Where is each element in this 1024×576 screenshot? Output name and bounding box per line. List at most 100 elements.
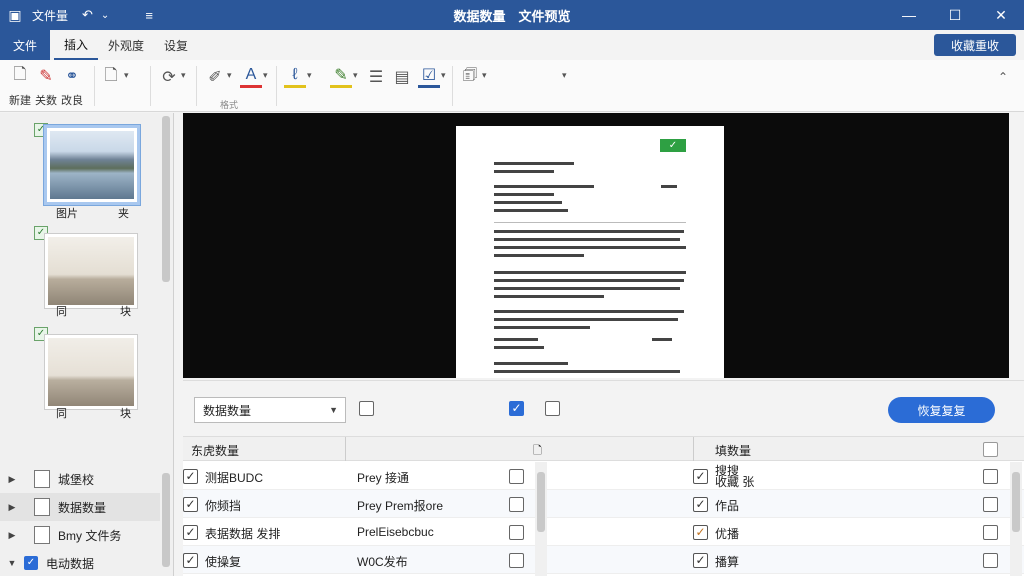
- close-button[interactable]: ✕: [978, 0, 1024, 30]
- note-icon[interactable]: 🗊: [460, 66, 480, 88]
- option-checkbox-3[interactable]: [545, 401, 560, 416]
- pen-icon[interactable]: ✐: [204, 66, 226, 88]
- table-icon[interactable]: ▤: [392, 66, 412, 88]
- select-all-checkbox[interactable]: [983, 442, 998, 457]
- more-dropdown-icon[interactable]: ▾: [562, 70, 567, 81]
- tree-item[interactable]: ▶ 城堡校: [0, 465, 160, 493]
- tab-insert[interactable]: 插入: [54, 30, 99, 60]
- thumbnail-3[interactable]: [44, 334, 138, 410]
- new-doc-icon[interactable]: 🗋: [10, 66, 30, 86]
- shape-dropdown-icon[interactable]: ▾: [181, 70, 186, 81]
- tree-item[interactable]: ▶ 数据数量: [0, 493, 160, 521]
- save-icon[interactable]: ▣: [0, 7, 30, 24]
- marker-dropdown-icon[interactable]: ▾: [353, 70, 358, 81]
- row-flag-checkbox-right[interactable]: [983, 553, 998, 568]
- row-flag-checkbox-right[interactable]: [983, 469, 998, 484]
- menu-icon[interactable]: ≡: [145, 8, 153, 23]
- checklist-dropdown-icon[interactable]: ▾: [441, 70, 446, 81]
- row-value: W0C发布: [357, 555, 408, 569]
- row-flag-checkbox[interactable]: [509, 469, 524, 484]
- thumbnail-scrollbar[interactable]: [162, 116, 170, 282]
- option-checkbox-2[interactable]: ✓: [509, 401, 524, 416]
- table-row[interactable]: ✓ 使操复 W0C发布 ✓ 播算: [183, 546, 1024, 574]
- column-header-right[interactable]: 填数量: [715, 442, 751, 459]
- doc-column-icon[interactable]: 🗋: [533, 442, 542, 461]
- tree-item-label: 数据数量: [58, 500, 107, 515]
- document-icon: [34, 470, 50, 488]
- tree-checkbox[interactable]: ✓: [24, 556, 38, 570]
- document-icon: [34, 498, 50, 516]
- font-color-icon[interactable]: A: [240, 64, 262, 88]
- minimize-button[interactable]: —: [886, 0, 932, 30]
- expand-arrow-icon[interactable]: ▶: [0, 502, 24, 513]
- tree-item[interactable]: ▼ ✓ 电动数据: [0, 549, 160, 576]
- highlight-icon[interactable]: ℓ: [284, 64, 306, 88]
- note-dropdown-icon[interactable]: ▾: [482, 70, 487, 81]
- row-checkbox-right[interactable]: ✓: [693, 497, 708, 512]
- expand-arrow-icon[interactable]: ▶: [0, 530, 24, 541]
- row-flag-checkbox[interactable]: [509, 497, 524, 512]
- row-checkbox-right[interactable]: ✓: [693, 525, 708, 540]
- link-icon[interactable]: ⚭: [62, 66, 82, 86]
- row-flag-checkbox[interactable]: [509, 525, 524, 540]
- app-name: 文件量: [32, 8, 69, 23]
- row-value-right: 收藏 张: [715, 475, 755, 489]
- edit-icon[interactable]: ✎: [36, 66, 56, 86]
- thumbnail-2-caption-left: 同: [56, 306, 67, 318]
- table-scrollbar-left[interactable]: [535, 462, 547, 576]
- scrollbar-thumb[interactable]: [1012, 472, 1020, 532]
- room-image: [48, 237, 134, 305]
- table-row[interactable]: ✓ 测据BUDC Prey 接通 ✓ 搜搜 收藏 张: [183, 462, 1024, 490]
- row-flag-checkbox-right[interactable]: [983, 497, 998, 512]
- row-value-right: 作品: [715, 499, 740, 513]
- collapse-ribbon-icon[interactable]: ⌃: [998, 70, 1008, 84]
- row-checkbox-right[interactable]: ✓: [693, 553, 708, 568]
- pen-dropdown-icon[interactable]: ▾: [227, 70, 232, 81]
- row-value: PrelEisebcbuc: [357, 525, 434, 539]
- expand-arrow-icon[interactable]: ▶: [0, 474, 24, 485]
- maximize-button[interactable]: ☐: [932, 0, 978, 30]
- restore-button[interactable]: 恢复复复: [888, 397, 995, 423]
- row-checkbox[interactable]: ✓: [183, 553, 198, 568]
- collapse-arrow-icon[interactable]: ▼: [0, 558, 24, 568]
- row-flag-checkbox-right[interactable]: [983, 525, 998, 540]
- thumbnail-1[interactable]: [44, 125, 140, 205]
- tab-settings[interactable]: 设复: [154, 30, 198, 60]
- highlight-dropdown-icon[interactable]: ▾: [307, 70, 312, 81]
- category-dropdown[interactable]: 数据数量 ▼: [194, 397, 346, 423]
- redo-icon[interactable]: ⌄: [101, 10, 109, 21]
- row-checkbox-right[interactable]: ✓: [693, 469, 708, 484]
- tree-item-label: 电动数据: [46, 556, 95, 571]
- row-checkbox[interactable]: ✓: [183, 497, 198, 512]
- thumbnail-2[interactable]: [44, 233, 138, 309]
- tab-file[interactable]: 文件: [0, 30, 50, 60]
- column-header-left[interactable]: 东虎数量: [191, 442, 239, 459]
- tree-scrollbar[interactable]: [162, 473, 170, 567]
- scrollbar-thumb[interactable]: [537, 472, 545, 532]
- marker-icon[interactable]: ✎: [330, 64, 352, 88]
- ribbon-toolbar: 🗋 ✎ ⚭ 新建 关数 改良 🗋 ▾ ⟳ ▾ ✐ ▾ A ▾ 格式 ℓ ▾ ✎ …: [0, 60, 1024, 112]
- verified-badge: ✓: [660, 139, 686, 152]
- undo-icon[interactable]: ↶: [82, 7, 93, 23]
- group-label: 格式: [220, 100, 239, 110]
- list-icon[interactable]: ☰: [366, 66, 386, 88]
- page-dropdown-icon[interactable]: ▾: [124, 70, 129, 81]
- table-scrollbar-right[interactable]: [1010, 462, 1022, 576]
- row-flag-checkbox[interactable]: [509, 553, 524, 568]
- shape-icon[interactable]: ⟳: [158, 66, 180, 88]
- table-row[interactable]: ✓ 你频挡 Prey Prem报ore ✓ 作品: [183, 490, 1024, 518]
- tree-item[interactable]: ▶ Bmy 文件务: [0, 521, 160, 549]
- chevron-down-icon: ▼: [329, 405, 338, 415]
- window-controls: — ☐ ✕: [886, 0, 1024, 30]
- row-checkbox[interactable]: ✓: [183, 469, 198, 484]
- checklist-icon[interactable]: ☑: [418, 64, 440, 88]
- font-color-dropdown-icon[interactable]: ▾: [263, 70, 268, 81]
- tab-appearance[interactable]: 外观度: [98, 30, 154, 60]
- option-checkbox-1[interactable]: [359, 401, 374, 416]
- share-button[interactable]: 收藏重收: [934, 34, 1016, 56]
- row-value: Prey 接通: [357, 471, 410, 485]
- thumbnail-2-caption-right: 块: [120, 306, 131, 318]
- table-row[interactable]: ✓ 表据数据 发排 PrelEisebcbuc ✓ 优播: [183, 518, 1024, 546]
- page-icon[interactable]: 🗋: [100, 66, 122, 88]
- row-checkbox[interactable]: ✓: [183, 525, 198, 540]
